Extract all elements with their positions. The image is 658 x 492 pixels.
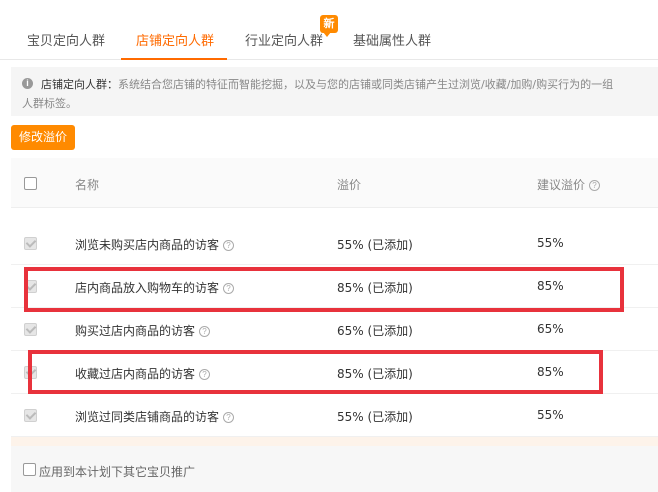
row-name-label: 浏览未购买店内商品的访客: [75, 238, 220, 252]
apply-to-others-label: 应用到本计划下其它宝贝推广: [39, 465, 196, 479]
row-suggested-premium: 55%: [537, 408, 564, 422]
tab-item-crowd[interactable]: 宝贝定向人群: [27, 30, 105, 49]
column-name: 名称: [75, 178, 100, 192]
notice-title: 店铺定向人群：: [41, 78, 118, 91]
table-row: 浏览未购买店内商品的访客? 55% (已添加) 55%: [11, 222, 658, 265]
row-premium: 55% (已添加): [337, 238, 413, 252]
highlight-box: [24, 267, 624, 312]
tab-shop-crowd[interactable]: 店铺定向人群: [136, 30, 214, 49]
new-badge: 新: [320, 15, 338, 37]
column-suggested-premium: 建议溢价?: [537, 176, 601, 193]
row-premium: 55% (已添加): [337, 410, 413, 424]
tab-basic-attribute-crowd[interactable]: 基础属性人群: [353, 30, 431, 49]
notice-line-1: 店铺定向人群：系统结合您店铺的特征而智能挖掘，以及与您的店铺或同类店铺产生过浏览…: [41, 76, 613, 92]
select-all-checkbox[interactable]: [24, 177, 37, 190]
row-name-label: 购买过店内商品的访客: [75, 324, 196, 338]
table-row: 购买过店内商品的访客? 65% (已添加) 65%: [11, 308, 658, 351]
active-tab-indicator: [121, 58, 227, 60]
table-row: 浏览过同类店铺商品的访客? 55% (已添加) 55%: [11, 394, 658, 437]
help-icon[interactable]: ?: [589, 180, 601, 191]
help-icon[interactable]: ?: [223, 412, 235, 423]
modify-premium-button[interactable]: 修改溢价: [11, 125, 75, 150]
notice-text-2: 人群标签。: [22, 97, 77, 110]
notice-text-1: 系统结合您店铺的特征而智能挖掘，以及与您的店铺或同类店铺产生过浏览/收藏/加购/…: [118, 78, 614, 91]
column-suggested-label: 建议溢价: [537, 178, 586, 192]
highlight-box: [28, 350, 603, 394]
row-name: 浏览过同类店铺商品的访客?: [75, 408, 235, 425]
help-icon[interactable]: ?: [199, 326, 211, 337]
table-header: 名称 溢价 建议溢价?: [11, 158, 658, 208]
footer-bar: 应用到本计划下其它宝贝推广: [11, 446, 658, 492]
footer-band: [11, 437, 658, 446]
row-suggested-premium: 55%: [537, 236, 564, 250]
row-name: 购买过店内商品的访客?: [75, 322, 211, 339]
row-checkbox[interactable]: [24, 409, 37, 422]
tab-industry-crowd[interactable]: 行业定向人群: [245, 30, 323, 49]
row-suggested-premium: 65%: [537, 322, 564, 336]
column-premium: 溢价: [337, 178, 362, 192]
crowd-tabs: 宝贝定向人群 店铺定向人群 行业定向人群 新 基础属性人群: [0, 0, 658, 60]
row-checkbox[interactable]: [24, 323, 37, 336]
row-name: 浏览未购买店内商品的访客?: [75, 236, 235, 253]
row-premium: 65% (已添加): [337, 324, 413, 338]
help-icon[interactable]: ?: [223, 240, 235, 251]
info-icon: i: [22, 78, 33, 89]
apply-to-others-checkbox[interactable]: [23, 463, 36, 476]
row-checkbox[interactable]: [24, 237, 37, 250]
info-notice: i 店铺定向人群：系统结合您店铺的特征而智能挖掘，以及与您的店铺或同类店铺产生过…: [11, 67, 658, 116]
row-name-label: 浏览过同类店铺商品的访客: [75, 410, 220, 424]
